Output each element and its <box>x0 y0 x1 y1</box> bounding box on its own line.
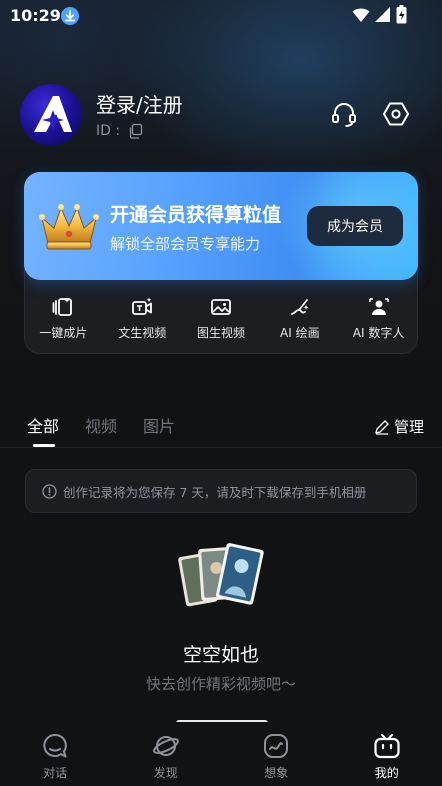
ai-painting-icon <box>290 299 309 315</box>
nav-item-imagine[interactable]: 想象 <box>221 722 332 786</box>
tv-face-icon <box>374 734 400 759</box>
tool-text-to-video[interactable]: 文生视频 <box>103 296 182 346</box>
tabs-divider <box>0 447 442 448</box>
manage-button[interactable]: 管理 <box>374 416 424 437</box>
tool-one-click-film[interactable]: 一键成片 <box>24 296 103 346</box>
customer-service-headset-icon[interactable] <box>330 100 358 128</box>
status-bar: 10:29 <box>0 0 442 32</box>
empty-state-subtitle: 快去创作精彩视频吧～ <box>145 675 296 693</box>
edit-pencil-icon <box>375 419 389 435</box>
nav-label: 对话 <box>43 766 68 780</box>
empty-state-title: 空空如也 <box>182 644 259 666</box>
chat-icon <box>43 733 68 758</box>
nav-item-discover[interactable]: 发现 <box>111 722 222 786</box>
planet-icon <box>152 736 179 756</box>
download-notification-icon <box>61 7 79 25</box>
membership-banner[interactable]: 开通会员获得算粒值 解锁全部会员专享能力 成为会员 <box>24 172 418 280</box>
tool-label: AI 绘画 <box>280 326 320 340</box>
nav-item-chat[interactable]: 对话 <box>0 722 111 786</box>
retention-notice: 创作记录将为您保存 7 天，请及时下载保存到手机相册 <box>25 469 417 513</box>
tool-ai-painting[interactable]: AI 绘画 <box>260 296 339 346</box>
signal-icon <box>375 7 390 22</box>
text-to-video-icon <box>132 297 153 315</box>
manage-label: 管理 <box>393 418 424 436</box>
membership-title: 开通会员获得算粒值 <box>110 204 282 226</box>
nav-label: 我的 <box>374 766 399 780</box>
tool-label: AI 数字人 <box>352 326 405 340</box>
info-icon <box>42 483 57 499</box>
nav-label: 想象 <box>264 766 289 780</box>
become-member-button[interactable]: 成为会员 <box>307 206 403 246</box>
notice-text: 创作记录将为您保存 7 天，请及时下载保存到手机相册 <box>63 484 367 500</box>
membership-subtitle: 解锁全部会员专享能力 <box>110 235 261 253</box>
one-click-film-icon <box>52 297 73 316</box>
avatar[interactable] <box>20 84 82 146</box>
ai-digital-human-icon <box>368 298 389 315</box>
copy-icon[interactable] <box>128 123 144 139</box>
wifi-icon <box>352 8 370 22</box>
tool-label: 一键成片 <box>39 326 88 340</box>
user-id-label: ID : <box>96 123 121 139</box>
nav-item-mine[interactable]: 我的 <box>332 722 442 786</box>
tab-video[interactable]: 视频 <box>85 413 117 437</box>
tool-image-to-video[interactable]: 图生视频 <box>182 296 261 346</box>
status-time: 10:29 <box>10 6 61 25</box>
tab-image[interactable]: 图片 <box>143 413 175 437</box>
bottom-navigation: 对话 发现 想象 我的 <box>0 722 442 786</box>
crown-icon <box>39 204 99 250</box>
battery-charging-icon <box>396 5 407 24</box>
login-register-link[interactable]: 登录/注册 <box>96 89 183 118</box>
user-id-row: ID : <box>96 123 144 139</box>
empty-photos-illustration <box>178 543 264 607</box>
tool-ai-digital-human[interactable]: AI 数字人 <box>339 296 418 346</box>
tab-all[interactable]: 全部 <box>27 413 59 437</box>
nav-label: 发现 <box>153 766 178 780</box>
settings-hexagon-icon[interactable] <box>382 100 410 128</box>
tool-label: 图生视频 <box>196 326 245 340</box>
image-to-video-icon <box>211 299 231 315</box>
content-tabs: 全部 视频 图片 <box>27 413 175 437</box>
imagine-icon <box>264 734 289 758</box>
creation-tools-row: 一键成片 文生视频 图生视频 AI 绘画 AI 数字人 <box>24 296 418 346</box>
tool-label: 文生视频 <box>118 326 167 340</box>
app-logo-icon <box>34 96 72 132</box>
